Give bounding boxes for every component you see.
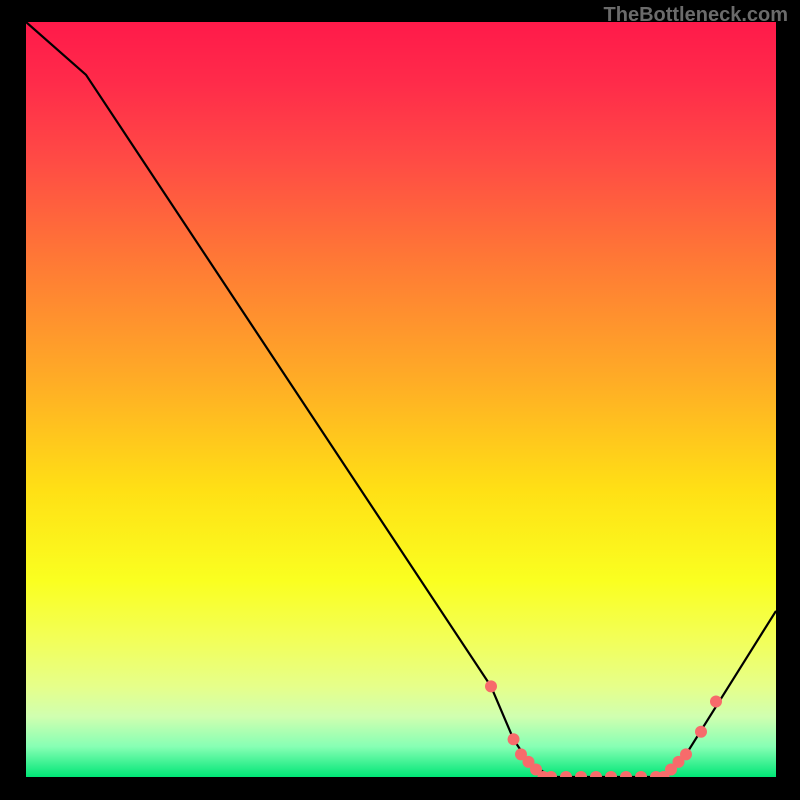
chart-plot-area xyxy=(26,22,776,777)
data-point-marker xyxy=(710,696,722,708)
chart-svg xyxy=(26,22,776,777)
data-point-marker xyxy=(575,771,587,777)
watermark-text: TheBottleneck.com xyxy=(604,4,788,27)
data-point-marker xyxy=(695,726,707,738)
data-point-marker xyxy=(635,771,647,777)
chart-line-layer xyxy=(26,22,776,777)
data-point-marker xyxy=(508,733,520,745)
data-point-marker xyxy=(560,771,572,777)
data-point-marker xyxy=(590,771,602,777)
chart-marker-layer xyxy=(485,680,722,777)
data-point-marker xyxy=(605,771,617,777)
data-point-marker xyxy=(545,771,557,777)
data-point-marker xyxy=(680,748,692,760)
data-point-marker xyxy=(485,680,497,692)
data-point-marker xyxy=(620,771,632,777)
bottleneck-curve-line xyxy=(26,22,776,777)
